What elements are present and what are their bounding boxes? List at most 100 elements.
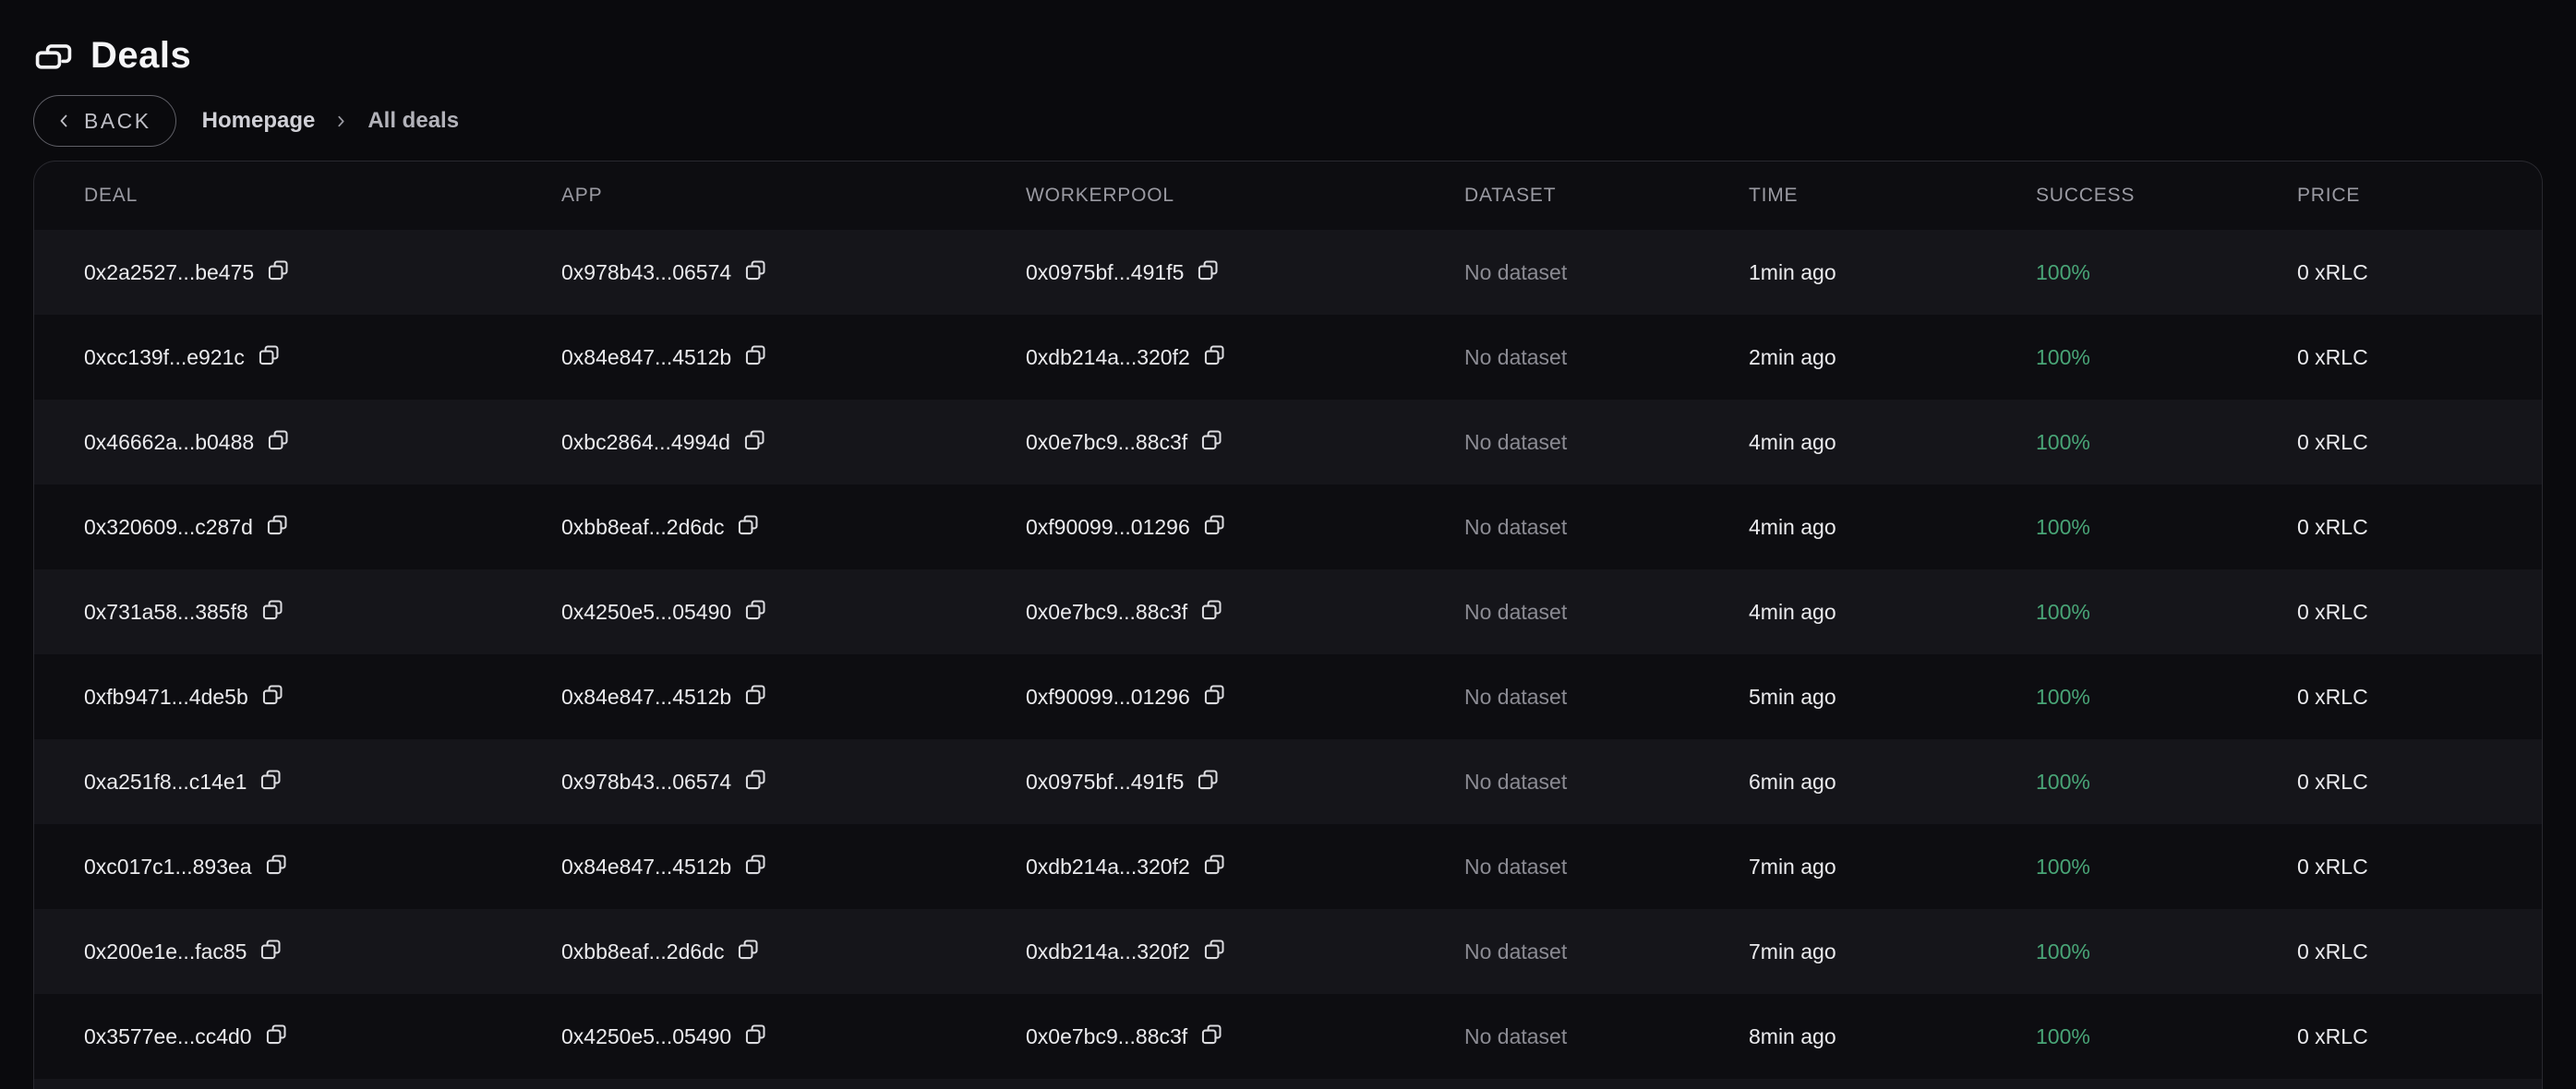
copy-button[interactable] bbox=[266, 257, 291, 282]
copy-button[interactable] bbox=[264, 1022, 289, 1047]
copy-button[interactable] bbox=[1199, 597, 1224, 622]
copy-button[interactable] bbox=[742, 427, 767, 452]
copy-button[interactable] bbox=[743, 1022, 768, 1047]
copy-button[interactable] bbox=[260, 597, 285, 622]
copy-icon bbox=[742, 427, 767, 452]
workerpool-cell: 0xf90099...01296 bbox=[1026, 515, 1464, 540]
workerpool-hash-link[interactable]: 0x0975bf...491f5 bbox=[1026, 770, 1184, 795]
copy-button[interactable] bbox=[736, 512, 761, 537]
copy-button[interactable] bbox=[264, 852, 289, 877]
breadcrumb-homepage[interactable]: Homepage bbox=[202, 108, 316, 134]
copy-button[interactable] bbox=[1202, 342, 1227, 367]
copy-button[interactable] bbox=[1202, 852, 1227, 877]
app-hash-link[interactable]: 0x84e847...4512b bbox=[561, 855, 731, 880]
deal-cell: 0x46662a...b0488 bbox=[84, 430, 561, 455]
table-row[interactable]: 0x46662a...b0488 0xbc2864...4994d 0x0e7b… bbox=[34, 400, 2542, 485]
table-row[interactable]: 0xcc139f...e921c 0x84e847...4512b 0xdb21… bbox=[34, 315, 2542, 400]
copy-icon bbox=[736, 937, 761, 962]
copy-icon bbox=[257, 342, 282, 367]
copy-button[interactable] bbox=[1196, 767, 1221, 792]
column-header-time: TIME bbox=[1749, 185, 2036, 207]
app-hash-link[interactable]: 0xbc2864...4994d bbox=[561, 430, 730, 455]
copy-icon bbox=[1199, 427, 1224, 452]
app-cell: 0xbb8eaf...2d6dc bbox=[561, 939, 1026, 964]
deal-hash-link[interactable]: 0x3577ee...cc4d0 bbox=[84, 1024, 252, 1049]
copy-button[interactable] bbox=[257, 342, 282, 367]
app-hash-link[interactable]: 0x978b43...06574 bbox=[561, 770, 731, 795]
deal-hash-link[interactable]: 0x731a58...385f8 bbox=[84, 600, 248, 625]
table-row[interactable]: 0x731a58...385f8 0x4250e5...05490 0x0e7b… bbox=[34, 569, 2542, 654]
app-hash-link[interactable]: 0xbb8eaf...2d6dc bbox=[561, 939, 724, 964]
copy-button[interactable] bbox=[266, 427, 291, 452]
table-row[interactable]: 0xc017c1...893ea 0x84e847...4512b 0xdb21… bbox=[34, 824, 2542, 909]
copy-button[interactable] bbox=[743, 767, 768, 792]
copy-button[interactable] bbox=[259, 937, 283, 962]
table-row[interactable]: 0x2a2527...be475 0x978b43...06574 0x0975… bbox=[34, 230, 2542, 315]
deal-hash-link[interactable]: 0x320609...c287d bbox=[84, 515, 253, 540]
deal-hash-link[interactable]: 0x46662a...b0488 bbox=[84, 430, 254, 455]
workerpool-hash-link[interactable]: 0xf90099...01296 bbox=[1026, 515, 1190, 540]
workerpool-hash-link[interactable]: 0x0e7bc9...88c3f bbox=[1026, 600, 1187, 625]
copy-button[interactable] bbox=[1202, 512, 1227, 537]
copy-button[interactable] bbox=[1202, 937, 1227, 962]
app-hash-link[interactable]: 0x4250e5...05490 bbox=[561, 1024, 731, 1049]
deal-hash-link[interactable]: 0x200e1e...fac85 bbox=[84, 939, 247, 964]
copy-button[interactable] bbox=[1196, 257, 1221, 282]
workerpool-hash-link[interactable]: 0xdb214a...320f2 bbox=[1026, 939, 1190, 964]
copy-button[interactable] bbox=[1199, 427, 1224, 452]
deal-cell: 0xcc139f...e921c bbox=[84, 345, 561, 370]
time-cell: 8min ago bbox=[1749, 1024, 2036, 1049]
copy-button[interactable] bbox=[259, 767, 283, 792]
table-row[interactable]: 0x320609...c287d 0xbb8eaf...2d6dc 0xf900… bbox=[34, 485, 2542, 569]
workerpool-hash-link[interactable]: 0x0975bf...491f5 bbox=[1026, 260, 1184, 285]
copy-button[interactable] bbox=[1199, 1022, 1224, 1047]
back-button[interactable]: BACK bbox=[33, 95, 176, 147]
page-header: Deals bbox=[33, 24, 2543, 87]
page-title: Deals bbox=[90, 35, 191, 77]
success-cell: 100% bbox=[2036, 600, 2297, 625]
copy-button[interactable] bbox=[736, 937, 761, 962]
copy-button[interactable] bbox=[260, 682, 285, 707]
deal-hash-link[interactable]: 0xfb9471...4de5b bbox=[84, 685, 248, 710]
copy-button[interactable] bbox=[1202, 682, 1227, 707]
copy-button[interactable] bbox=[743, 852, 768, 877]
copy-icon bbox=[1202, 937, 1227, 962]
copy-button[interactable] bbox=[743, 682, 768, 707]
app-hash-link[interactable]: 0x84e847...4512b bbox=[561, 685, 731, 710]
workerpool-hash-link[interactable]: 0x0e7bc9...88c3f bbox=[1026, 430, 1187, 455]
time-cell: 6min ago bbox=[1749, 770, 2036, 795]
app-hash-link[interactable]: 0xbb8eaf...2d6dc bbox=[561, 515, 724, 540]
copy-button[interactable] bbox=[743, 342, 768, 367]
workerpool-hash-link[interactable]: 0x0e7bc9...88c3f bbox=[1026, 1024, 1187, 1049]
workerpool-hash-link[interactable]: 0xdb214a...320f2 bbox=[1026, 855, 1190, 880]
workerpool-hash-link[interactable]: 0xdb214a...320f2 bbox=[1026, 345, 1190, 370]
app-cell: 0x84e847...4512b bbox=[561, 345, 1026, 370]
copy-icon bbox=[1202, 512, 1227, 537]
copy-icon bbox=[743, 342, 768, 367]
app-cell: 0x84e847...4512b bbox=[561, 685, 1026, 710]
app-cell: 0x978b43...06574 bbox=[561, 260, 1026, 285]
deal-cell: 0xfb9471...4de5b bbox=[84, 685, 561, 710]
copy-button[interactable] bbox=[265, 512, 290, 537]
table-row[interactable]: 0xa251f8...c14e1 0x978b43...06574 0x0975… bbox=[34, 739, 2542, 824]
copy-button[interactable] bbox=[743, 257, 768, 282]
app-hash-link[interactable]: 0x978b43...06574 bbox=[561, 260, 731, 285]
dataset-cell: No dataset bbox=[1464, 1024, 1749, 1049]
deal-hash-link[interactable]: 0xcc139f...e921c bbox=[84, 345, 245, 370]
app-hash-link[interactable]: 0x4250e5...05490 bbox=[561, 600, 731, 625]
table-row[interactable]: 0xfb9471...4de5b 0x84e847...4512b 0xf900… bbox=[34, 654, 2542, 739]
copy-button[interactable] bbox=[743, 597, 768, 622]
app-hash-link[interactable]: 0x84e847...4512b bbox=[561, 345, 731, 370]
deal-hash-link[interactable]: 0x2a2527...be475 bbox=[84, 260, 254, 285]
copy-icon bbox=[264, 852, 289, 877]
workerpool-cell: 0xdb214a...320f2 bbox=[1026, 855, 1464, 880]
copy-icon bbox=[743, 597, 768, 622]
price-cell: 0 xRLC bbox=[2297, 345, 2505, 370]
deal-hash-link[interactable]: 0xa251f8...c14e1 bbox=[84, 770, 247, 795]
table-row[interactable]: 0x200e1e...fac85 0xbb8eaf...2d6dc 0xdb21… bbox=[34, 909, 2542, 994]
workerpool-hash-link[interactable]: 0xf90099...01296 bbox=[1026, 685, 1190, 710]
deal-hash-link[interactable]: 0xc017c1...893ea bbox=[84, 855, 252, 880]
table-row[interactable]: 0x3577ee...cc4d0 0x4250e5...05490 0x0e7b… bbox=[34, 994, 2542, 1079]
deal-cell: 0x2a2527...be475 bbox=[84, 260, 561, 285]
success-cell: 100% bbox=[2036, 515, 2297, 540]
